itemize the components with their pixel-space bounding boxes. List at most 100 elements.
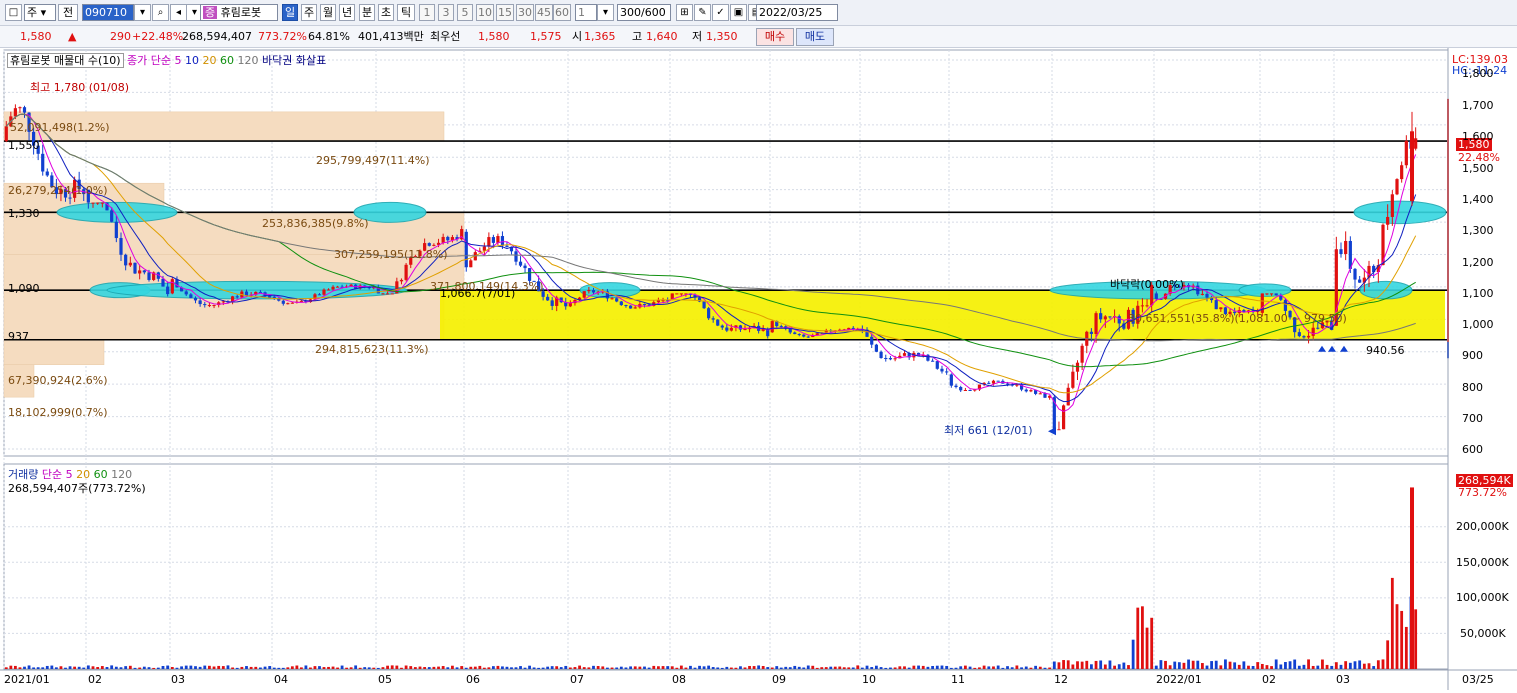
period-select[interactable]: 주 ▾ [24, 4, 56, 21]
dropdown-icon[interactable]: ▾ [134, 4, 151, 21]
search-icon[interactable]: ⌕ [152, 4, 169, 21]
candle-body [166, 286, 170, 295]
volume-bar [381, 667, 385, 669]
volume-bar [903, 666, 906, 669]
prev-button[interactable]: 전 [58, 4, 78, 21]
save-icon[interactable]: ▣ [730, 4, 747, 21]
stock-name-field[interactable]: 증 휴림로봇 [200, 4, 278, 21]
interval-1[interactable]: 1 [419, 4, 435, 21]
chart-area[interactable] [0, 48, 1517, 690]
bottom-arrow-icon [1318, 345, 1326, 352]
volume-bar [487, 667, 491, 669]
tab-day[interactable]: 일 [282, 4, 298, 21]
interval-15[interactable]: 15 [496, 4, 514, 21]
candle-body [399, 279, 404, 282]
interval-45[interactable]: 45 [535, 4, 553, 21]
volume-bar [860, 667, 864, 669]
bottom-arrow-icon [1340, 345, 1348, 352]
interval-30[interactable]: 30 [516, 4, 534, 21]
candle-body [317, 294, 322, 296]
tab-week[interactable]: 주 [301, 4, 317, 21]
tab-minute[interactable]: 분 [359, 4, 375, 21]
candle-body [1302, 336, 1306, 338]
volume-bar [1154, 665, 1158, 669]
candle-body [335, 286, 340, 288]
volume-bar [86, 665, 90, 669]
volume-bar [133, 667, 137, 669]
volume-bar [935, 665, 939, 669]
candle-body [427, 243, 431, 246]
volume-bar [1131, 639, 1135, 669]
tab-month[interactable]: 월 [320, 4, 336, 21]
candle-body [45, 171, 49, 176]
highlight-ellipse [106, 280, 408, 300]
volume-bar [59, 666, 63, 669]
interval-10[interactable]: 10 [476, 4, 494, 21]
amount-value: 401,413백만 [358, 30, 424, 43]
date-input[interactable]: 2022/03/25 [756, 4, 838, 21]
interval-3[interactable]: 3 [438, 4, 454, 21]
sell-button[interactable]: 매도 [796, 28, 834, 46]
candle-body [133, 262, 137, 274]
volume-bar [1168, 665, 1172, 669]
interval-input[interactable]: 1 [575, 4, 597, 21]
code-input[interactable]: 090710 [82, 4, 134, 21]
volume-bar [729, 667, 733, 669]
check-icon[interactable]: ✓ [712, 4, 729, 21]
candle-body [138, 270, 142, 274]
volume-bar [1334, 662, 1338, 669]
volume-bar [4, 667, 8, 669]
grid-icon[interactable]: ⊞ [676, 4, 693, 21]
interval-60[interactable]: 60 [553, 4, 571, 21]
volume-bar [874, 665, 878, 669]
volume-bar [496, 665, 500, 669]
volume-bar [739, 666, 742, 669]
volume-bar [354, 665, 358, 669]
candle-body [1348, 240, 1352, 269]
stock-chart[interactable] [0, 48, 1517, 690]
candle-body [1038, 393, 1042, 395]
volume-bar [1325, 664, 1329, 669]
volume-bar [376, 667, 380, 669]
tool-icon[interactable]: ✎ [694, 4, 711, 21]
tab-year[interactable]: 년 [339, 4, 355, 21]
volume-bar [528, 665, 531, 669]
tab-tick[interactable]: 틱 [397, 4, 415, 21]
interval-5[interactable]: 5 [457, 4, 473, 21]
high-label: 고 [632, 30, 643, 43]
volume-bar [240, 666, 244, 669]
candle-body [770, 321, 774, 333]
interval-dropdown-icon[interactable]: ▾ [597, 4, 614, 21]
candle-body [987, 382, 991, 384]
legend-name[interactable]: 휴림로봇 매물대 수(10) [7, 53, 124, 68]
volume-bar [757, 665, 761, 669]
window-icon[interactable]: □ [5, 4, 22, 21]
candle-body [286, 303, 290, 305]
candle-body [68, 197, 72, 199]
buy-button[interactable]: 매수 [756, 28, 794, 46]
profile-label: 26,279,254(1.0%) [8, 184, 108, 197]
candle-body [1414, 138, 1418, 149]
candle-body [1061, 405, 1066, 430]
volume-bar [1020, 667, 1023, 669]
volume-tick: 50,000K [1460, 627, 1506, 640]
volume-bar [1279, 664, 1283, 669]
tab-second[interactable]: 초 [378, 4, 394, 21]
high-price: 1,640 [646, 30, 678, 43]
candle-body [1358, 279, 1362, 283]
volume-bar [50, 665, 54, 669]
speaker-icon[interactable]: ◂ [170, 4, 187, 21]
volume-bar [1038, 666, 1042, 669]
highlight-ellipse [1238, 283, 1292, 297]
candle-body [1274, 293, 1278, 296]
count-input[interactable]: 300/600 [617, 4, 671, 21]
volume-bar [32, 667, 36, 669]
candle-body [404, 264, 408, 280]
candle-body [322, 289, 326, 295]
candle-body [91, 202, 95, 204]
volume-bar [523, 667, 527, 669]
high-annotation: 최고 1,780 (01/08) [30, 81, 130, 94]
date-tick: 02 [1262, 673, 1276, 686]
volume-bar [277, 667, 281, 669]
volume-bar [1251, 665, 1255, 669]
